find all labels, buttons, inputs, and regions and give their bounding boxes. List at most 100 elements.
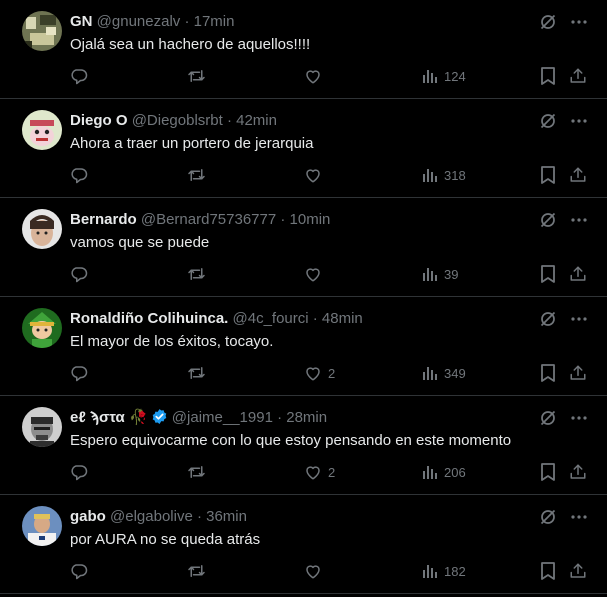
retweet-button[interactable] — [187, 165, 206, 185]
share-button[interactable] — [569, 363, 587, 383]
reply-icon — [70, 265, 88, 283]
like-icon — [304, 166, 322, 184]
tweet-text: por AURA no se queda atrás — [70, 531, 261, 548]
reply-icon — [70, 166, 88, 184]
handle-time[interactable]: @Diegoblsrbt · 42min — [132, 112, 277, 129]
view-count: 39 — [444, 266, 459, 282]
share-icon — [569, 364, 587, 382]
action-bar: 182 — [70, 561, 587, 581]
tweet-text: Espero equivocarme con lo que estoy pens… — [70, 432, 512, 449]
like-button[interactable] — [304, 165, 328, 185]
more-icon[interactable] — [571, 119, 587, 123]
retweet-button[interactable] — [187, 561, 206, 581]
views-button[interactable]: 318 — [422, 165, 466, 185]
retweet-button[interactable] — [187, 462, 206, 482]
bookmark-button[interactable] — [540, 561, 556, 581]
share-button[interactable] — [569, 462, 587, 482]
display-name[interactable]: Bernardo — [70, 211, 137, 228]
avatar[interactable] — [22, 308, 62, 348]
more-icon[interactable] — [571, 416, 587, 420]
reply-button[interactable] — [70, 66, 88, 86]
views-button[interactable]: 349 — [422, 363, 466, 383]
action-bar: 124 — [70, 66, 587, 86]
rose-emoji: 🥀 — [128, 409, 148, 426]
avatar[interactable] — [22, 110, 62, 150]
action-bar: 2 206 — [70, 462, 587, 482]
like-button[interactable] — [304, 561, 328, 581]
more-icon[interactable] — [571, 20, 587, 24]
retweet-icon — [187, 364, 206, 382]
tweet-header: Diego O @Diegoblsrbt · 42min — [70, 111, 537, 131]
bookmark-icon — [540, 562, 556, 580]
share-button[interactable] — [569, 66, 587, 86]
views-button[interactable]: 182 — [422, 561, 466, 581]
more-icon[interactable] — [571, 515, 587, 519]
share-button[interactable] — [569, 561, 587, 581]
handle-time[interactable]: @gnunezalv · 17min — [97, 13, 235, 30]
like-button[interactable]: 2 — [304, 462, 335, 482]
tweet[interactable]: gabo @elgabolive · 36min por AURA no se … — [0, 495, 607, 594]
tweet[interactable]: Diego O @Diegoblsrbt · 42min Ahora a tra… — [0, 99, 607, 198]
views-button[interactable]: 206 — [422, 462, 466, 482]
bookmark-button[interactable] — [540, 264, 556, 284]
reply-button[interactable] — [70, 561, 88, 581]
reply-button[interactable] — [70, 264, 88, 284]
grok-icon[interactable] — [539, 211, 557, 229]
more-icon[interactable] — [571, 218, 587, 222]
bookmark-icon — [540, 67, 556, 85]
tweet[interactable]: eℓ ϡστα 🥀 @jaime__1991 · 28min Espero eq… — [0, 396, 607, 495]
bookmark-button[interactable] — [540, 165, 556, 185]
avatar[interactable] — [22, 506, 62, 546]
tweet[interactable]: Ronaldiño Colihuinca. @4c_fourci · 48min… — [0, 297, 607, 396]
tweet[interactable]: GN @gnunezalv · 17min Ojalá sea un hache… — [0, 0, 607, 99]
display-name[interactable]: Ronaldiño Colihuinca. — [70, 310, 228, 327]
share-icon — [569, 463, 587, 481]
views-button[interactable]: 124 — [422, 66, 466, 86]
tweet[interactable]: Bernardo @Bernard75736777 · 10min vamos … — [0, 198, 607, 297]
display-name[interactable]: eℓ ϡστα — [70, 409, 125, 426]
retweet-button[interactable] — [187, 363, 206, 383]
handle-time[interactable]: @jaime__1991 · 28min — [172, 409, 327, 426]
display-name[interactable]: Diego O — [70, 112, 128, 129]
grok-icon[interactable] — [539, 409, 557, 427]
display-name[interactable]: GN — [70, 13, 93, 30]
bookmark-button[interactable] — [540, 462, 556, 482]
view-count: 124 — [444, 68, 466, 84]
retweet-button[interactable] — [187, 66, 206, 86]
retweet-button[interactable] — [187, 264, 206, 284]
grok-icon[interactable] — [539, 13, 557, 31]
share-icon — [569, 562, 587, 580]
like-icon — [304, 265, 322, 283]
reply-icon — [70, 562, 88, 580]
avatar[interactable] — [22, 407, 62, 447]
bookmark-button[interactable] — [540, 66, 556, 86]
grok-icon[interactable] — [539, 112, 557, 130]
more-icon[interactable] — [571, 317, 587, 321]
avatar[interactable] — [22, 11, 62, 51]
reply-icon — [70, 463, 88, 481]
views-icon — [422, 464, 438, 480]
verified-icon — [151, 408, 168, 431]
avatar[interactable] — [22, 209, 62, 249]
views-button[interactable]: 39 — [422, 264, 458, 284]
handle-time[interactable]: @Bernard75736777 · 10min — [141, 211, 331, 228]
reply-button[interactable] — [70, 165, 88, 185]
bookmark-icon — [540, 166, 556, 184]
tweet-header: eℓ ϡστα 🥀 @jaime__1991 · 28min — [70, 408, 537, 431]
grok-icon[interactable] — [539, 310, 557, 328]
share-button[interactable] — [569, 165, 587, 185]
like-icon — [304, 463, 322, 481]
like-button[interactable] — [304, 264, 328, 284]
handle-time[interactable]: @elgabolive · 36min — [110, 508, 247, 525]
share-button[interactable] — [569, 264, 587, 284]
reply-button[interactable] — [70, 363, 88, 383]
reply-button[interactable] — [70, 462, 88, 482]
like-count: 2 — [328, 365, 336, 381]
like-button[interactable]: 2 — [304, 363, 335, 383]
handle-time[interactable]: @4c_fourci · 48min — [233, 310, 363, 327]
tweet-header: Ronaldiño Colihuinca. @4c_fourci · 48min — [70, 309, 537, 329]
bookmark-button[interactable] — [540, 363, 556, 383]
grok-icon[interactable] — [539, 508, 557, 526]
display-name[interactable]: gabo — [70, 508, 106, 525]
like-button[interactable] — [304, 66, 328, 86]
